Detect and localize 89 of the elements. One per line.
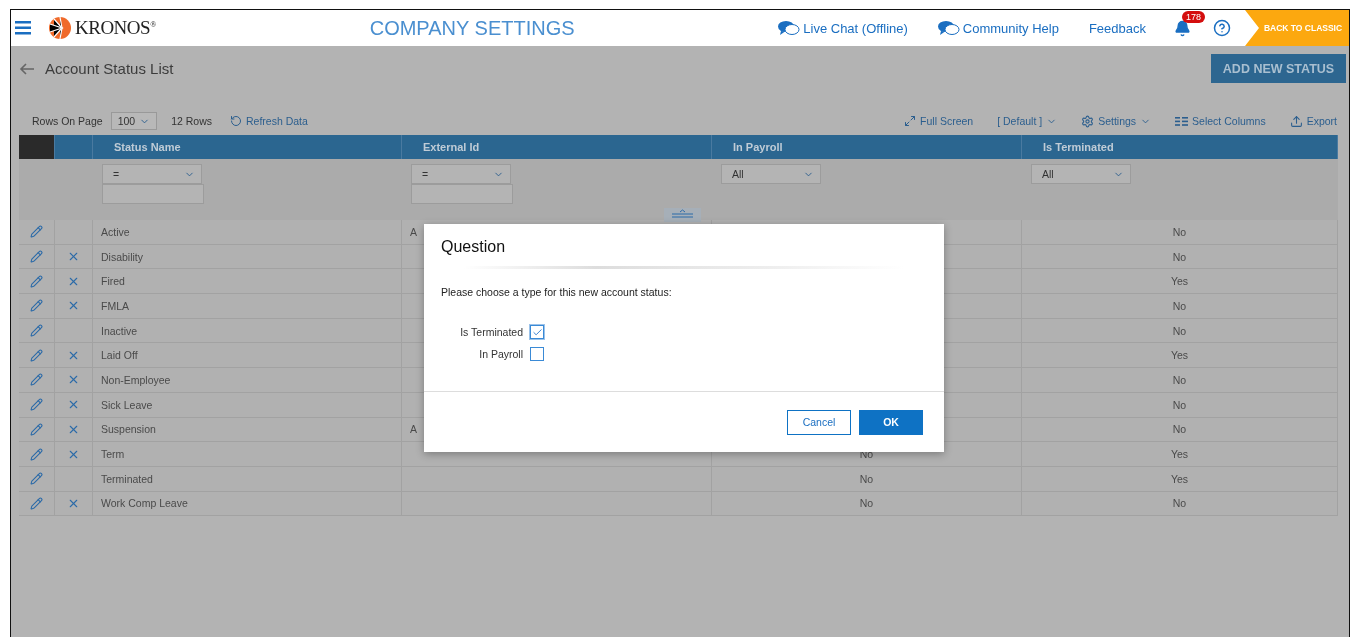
table-cell: Work Comp Leave	[93, 491, 402, 517]
menu-icon[interactable]	[15, 21, 31, 35]
add-new-status-button[interactable]: ADD NEW STATUS	[1211, 54, 1346, 83]
rows-per-page-select[interactable]: 100	[110, 112, 158, 130]
edit-icon[interactable]	[30, 324, 43, 338]
table-cell: Non-Employee	[93, 368, 402, 393]
help-icon[interactable]	[1213, 19, 1231, 37]
filter-dropdown[interactable]: All	[1031, 164, 1131, 184]
chat-icon	[778, 20, 801, 36]
view-link[interactable]: [ Default ]	[997, 115, 1058, 127]
app-title: COMPANY SETTINGS	[369, 16, 575, 40]
checkbox-label: Is Terminated	[460, 326, 523, 338]
table-cell: Inactive	[93, 318, 402, 344]
table-cell: Laid Off	[93, 343, 402, 369]
dialog-message: Please choose a type for this new account status:	[441, 286, 672, 298]
edit-icon[interactable]	[30, 398, 43, 412]
table-cell: Disability	[93, 244, 402, 270]
checkbox-label: In Payroll	[479, 348, 523, 360]
header-cell	[19, 135, 55, 159]
back-arrow-icon[interactable]	[19, 62, 35, 75]
edit-icon[interactable]	[30, 274, 43, 288]
refresh-icon	[230, 115, 242, 127]
table-cell: Yes	[1022, 466, 1338, 492]
edit-icon[interactable]	[30, 496, 43, 510]
edit-icon[interactable]	[30, 373, 43, 387]
table-cell: No	[1022, 392, 1338, 418]
table-cell: Yes	[1022, 442, 1338, 467]
table-cell: No	[1022, 220, 1338, 245]
filter-input[interactable]	[411, 184, 513, 204]
edit-icon[interactable]	[30, 299, 43, 313]
table-cell: No	[1022, 368, 1338, 393]
table-cell: No	[712, 491, 1022, 517]
back-to-classic-button[interactable]: BACK TO CLASSIC	[1245, 10, 1349, 46]
table-cell: No	[1022, 417, 1338, 443]
page-title: Account Status List	[45, 60, 174, 77]
row-count: 12 Rows	[171, 115, 212, 127]
bell-icon[interactable]	[1174, 19, 1191, 37]
fullscreen-link[interactable]: Full Screen	[904, 115, 974, 127]
header-cell	[55, 135, 93, 159]
export-link[interactable]: Export	[1289, 114, 1337, 128]
table-cell: Yes	[1022, 343, 1338, 369]
edit-icon[interactable]	[30, 472, 43, 486]
settings-icon	[1081, 114, 1095, 128]
refresh-data-link[interactable]: Refresh Data	[230, 115, 308, 127]
edit-icon[interactable]	[30, 447, 43, 461]
checkbox[interactable]	[530, 325, 544, 339]
table-cell: No	[1022, 318, 1338, 344]
fullscreen-icon	[904, 115, 917, 127]
cancel-button[interactable]: Cancel	[787, 409, 851, 435]
logo-icon	[48, 16, 72, 40]
collapse-icon[interactable]	[664, 208, 701, 222]
logo-text: KRONOS$^{®}$	[75, 17, 156, 39]
edit-icon[interactable]	[30, 422, 43, 436]
table-cell: Fired	[93, 269, 402, 295]
rows-on-page-label: Rows On Page	[32, 115, 103, 127]
chat-icon	[937, 20, 960, 36]
filter-input[interactable]	[102, 184, 204, 204]
columns-link[interactable]: Select Columns	[1175, 115, 1266, 127]
filter-dropdown[interactable]: =	[411, 164, 511, 184]
edit-icon[interactable]	[30, 348, 43, 362]
column-header[interactable]: External Id	[402, 135, 712, 159]
settings-link[interactable]: Settings	[1081, 114, 1152, 128]
table-cell: Active	[93, 220, 402, 245]
table-cell: No	[1022, 244, 1338, 270]
table-cell: Term	[93, 442, 402, 467]
filter-dropdown[interactable]: =	[102, 164, 202, 184]
checkbox[interactable]	[530, 347, 544, 361]
column-header[interactable]: Status Name	[93, 135, 402, 159]
edit-icon[interactable]	[30, 250, 43, 264]
export-icon	[1289, 114, 1303, 128]
table-cell: Terminated	[93, 466, 402, 492]
table-cell: No	[1022, 491, 1338, 517]
notification-badge: 178	[1182, 10, 1206, 23]
column-header[interactable]: In Payroll	[712, 135, 1022, 159]
table-cell: Sick Leave	[93, 392, 402, 418]
column-header[interactable]: Is Terminated	[1022, 135, 1338, 159]
table-cell: Suspension	[93, 417, 402, 443]
filter-dropdown[interactable]: All	[721, 164, 821, 184]
ok-button[interactable]: OK	[859, 409, 923, 435]
table-cell: FMLA	[93, 294, 402, 319]
header-link[interactable]: Community Help	[937, 20, 1059, 36]
table-cell: No	[712, 466, 1022, 492]
edit-icon[interactable]	[30, 225, 43, 239]
columns-icon	[1175, 116, 1189, 126]
header-link[interactable]: Feedback	[1088, 20, 1146, 36]
check-icon	[531, 326, 543, 338]
table-cell: Yes	[1022, 269, 1338, 295]
header-link[interactable]: Live Chat (Offline)	[778, 20, 908, 36]
table-cell: No	[1022, 294, 1338, 319]
